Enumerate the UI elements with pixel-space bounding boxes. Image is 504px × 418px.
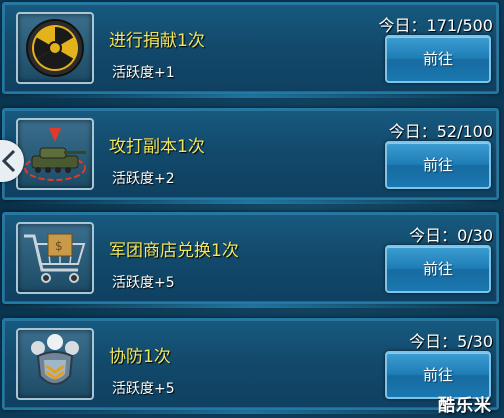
go-button[interactable]: 前往	[385, 245, 491, 293]
svg-text:$: $	[55, 239, 63, 253]
task-progress: 今日：171/500	[378, 16, 493, 35]
tank-target-icon	[24, 128, 86, 181]
task-title: 攻打副本1次	[109, 137, 205, 157]
shopping-cart-icon: $	[24, 233, 86, 283]
go-button[interactable]: 前往	[385, 141, 491, 189]
task-card-shop-exchange: $ 军团商店兑换1次 活跃度+5 今日：0/30 前往	[2, 212, 499, 308]
task-card-donate: 进行捐献1次 活跃度+1 今日：171/500 前往	[2, 2, 499, 98]
go-button[interactable]: 前往	[385, 35, 491, 83]
task-progress: 今日：0/30	[409, 226, 493, 245]
task-progress: 今日：5/30	[409, 332, 493, 351]
task-title: 进行捐献1次	[109, 31, 205, 51]
task-icon-frame: $	[16, 222, 94, 294]
task-reward: 活跃度+1	[112, 65, 175, 81]
task-reward: 活跃度+5	[112, 381, 175, 397]
daily-task-list: 进行捐献1次 活跃度+1 今日：171/500 前往 攻打副本1次 活跃度+2 …	[0, 0, 504, 418]
task-card-attack-dungeon: 攻打副本1次 活跃度+2 今日：52/100 前往	[2, 108, 499, 204]
task-progress: 今日：52/100	[388, 122, 493, 141]
task-icon-frame	[16, 118, 94, 190]
task-title: 协防1次	[109, 347, 171, 367]
task-icon-frame	[16, 12, 94, 84]
watermark: 酷乐米	[438, 396, 492, 416]
task-icon-frame	[16, 328, 94, 400]
task-title: 军团商店兑换1次	[109, 241, 239, 261]
task-card-co-defense: 协防1次 活跃度+5 今日：5/30 前往	[2, 318, 499, 414]
task-reward: 活跃度+5	[112, 275, 175, 291]
radiation-icon	[26, 19, 84, 77]
chevron-left-icon	[1, 149, 16, 173]
task-reward: 活跃度+2	[112, 171, 175, 187]
shield-team-icon	[31, 334, 79, 385]
